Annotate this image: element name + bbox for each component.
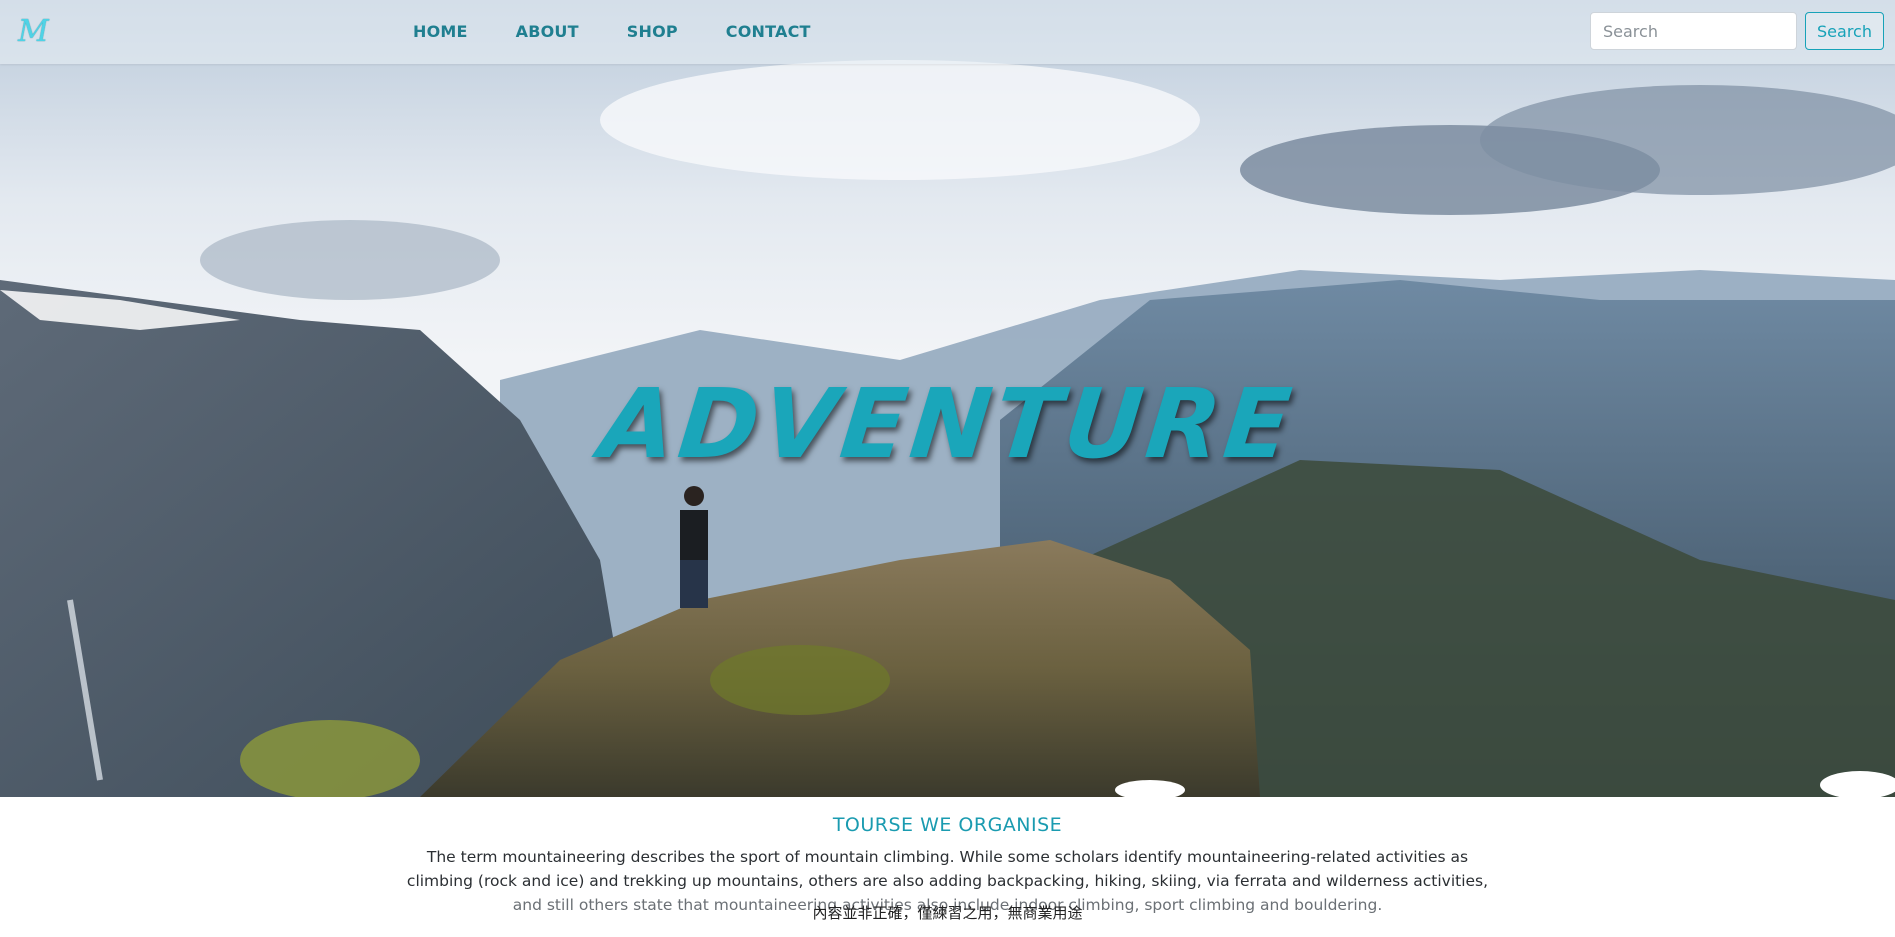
nav-item-shop[interactable]: SHOP bbox=[627, 20, 678, 44]
hero-banner: M HOME ABOUT SHOP CONTACT Search ADVENTU… bbox=[0, 0, 1895, 797]
nav-item-home[interactable]: HOME bbox=[413, 20, 468, 44]
hero-title: ADVENTURE bbox=[595, 368, 1300, 480]
search-button[interactable]: Search bbox=[1805, 12, 1884, 50]
nav-item-contact[interactable]: CONTACT bbox=[726, 20, 811, 44]
brand-logo[interactable]: M bbox=[18, 12, 52, 52]
tours-heading: TOURSE WE ORGANISE bbox=[832, 814, 1063, 836]
main-nav: HOME ABOUT SHOP CONTACT bbox=[413, 20, 859, 44]
tours-text-line-1: The term mountaineering describes the sp… bbox=[426, 848, 1469, 866]
search-input[interactable] bbox=[1590, 12, 1797, 50]
top-navbar: M HOME ABOUT SHOP CONTACT Search bbox=[0, 0, 1895, 64]
nav-item-about[interactable]: ABOUT bbox=[516, 20, 579, 44]
tours-text-line-2: climbing (rock and ice) and trekking up … bbox=[406, 872, 1489, 890]
disclaimer-text: 內容並非正確，僅練習之用，無商業用途 bbox=[812, 904, 1083, 922]
